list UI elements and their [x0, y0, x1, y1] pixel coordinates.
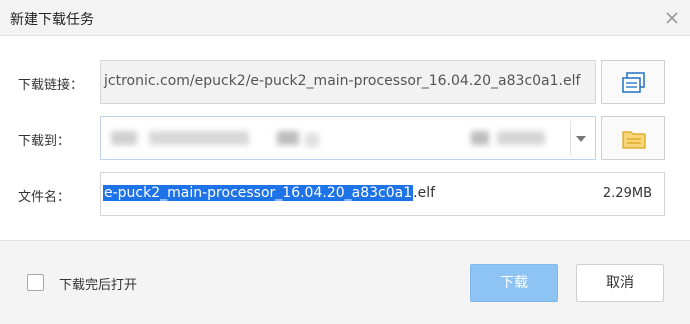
browse-folder-button[interactable]	[601, 116, 665, 160]
filename-text: e-puck2_main-processor_16.04.20_a83c0a1.…	[103, 185, 435, 201]
save-path-select[interactable]	[100, 116, 596, 160]
obscured-path-segment	[277, 131, 299, 145]
open-after-download-checkbox[interactable]	[27, 274, 44, 291]
filename-selected-text: e-puck2_main-processor_16.04.20_a83c0a1	[103, 185, 414, 201]
close-icon[interactable]	[662, 8, 682, 28]
url-label: 下载链接：	[18, 78, 84, 93]
url-value: jctronic.com/epuck2/e-puck2_main-process…	[104, 73, 581, 89]
url-field[interactable]: jctronic.com/epuck2/e-puck2_main-process…	[100, 60, 596, 104]
obscured-path-segment	[111, 131, 137, 145]
folder-icon	[622, 128, 646, 154]
copy-link-button[interactable]	[601, 60, 665, 104]
obscured-path-segment	[149, 131, 249, 145]
dialog-titlebar: 新建下载任务	[0, 0, 690, 36]
open-after-download-label[interactable]: 下载完后打开	[59, 274, 137, 293]
chevron-down-icon[interactable]	[576, 136, 586, 142]
filename-extension: .elf	[413, 185, 436, 201]
dialog-title: 新建下载任务	[10, 12, 94, 28]
save-to-label: 下载到：	[18, 134, 71, 149]
copy-link-icon	[622, 72, 646, 98]
file-size: 2.29MB	[602, 186, 652, 201]
obscured-path-segment	[305, 133, 319, 147]
filename-label: 文件名：	[18, 190, 71, 205]
cancel-button[interactable]: 取消	[576, 264, 664, 302]
dropdown-divider	[570, 121, 571, 155]
obscured-path-segment	[471, 131, 489, 145]
filename-input[interactable]: e-puck2_main-processor_16.04.20_a83c0a1.…	[100, 172, 665, 216]
obscured-path-segment	[497, 131, 545, 145]
download-button[interactable]: 下载	[470, 264, 558, 302]
